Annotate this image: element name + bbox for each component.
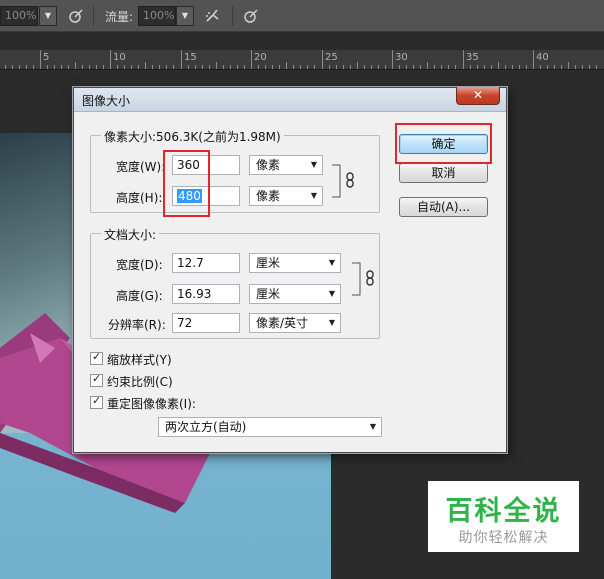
flow-dropdown-button[interactable]: ▼ — [176, 6, 194, 26]
doc-height-unit-select[interactable]: 厘米 ▼ — [249, 284, 341, 304]
resample-method-select[interactable]: 两次立方(自动) ▼ — [158, 417, 382, 437]
chevron-down-icon: ▼ — [310, 160, 317, 169]
pressure-opacity-icon[interactable] — [67, 7, 85, 25]
ruler-minor-ticks — [5, 62, 597, 69]
pixel-height-label: 高度(H): — [116, 191, 163, 205]
image-size-dialog: 图像大小 ✕ 像素大小:506.3K(之前为1.98M) 宽度(W): 360 … — [73, 87, 507, 453]
constrain-proportions-checkbox[interactable]: ✓ — [90, 372, 103, 387]
resample-image-label[interactable]: 重定图像像素(I): — [107, 395, 196, 412]
doc-width-unit-value: 厘米 — [256, 256, 281, 270]
cancel-button[interactable]: 取消 — [399, 163, 488, 183]
pixel-height-unit-select[interactable]: 像素 ▼ — [249, 186, 323, 206]
resample-method-value: 两次立方(自动) — [165, 420, 247, 434]
watermark-title: 百科全说 — [445, 496, 562, 527]
doc-height-unit-value: 厘米 — [256, 287, 281, 301]
document-size-legend: 文档大小: — [101, 226, 160, 243]
airbrush-icon[interactable] — [204, 7, 222, 25]
panel-gap — [0, 33, 604, 50]
flow-label: 流量: — [105, 10, 134, 24]
separator — [232, 6, 233, 26]
options-bar: 100% ▼ 流量: 100% ▼ — [0, 0, 604, 32]
close-button[interactable]: ✕ — [456, 87, 500, 105]
chevron-down-icon: ▼ — [310, 191, 317, 200]
flow-field[interactable]: 100% — [138, 6, 176, 26]
doc-width-input[interactable]: 12.7 — [172, 253, 240, 273]
doc-height-label: 高度(G): — [116, 289, 163, 303]
resolution-label: 分辨率(R): — [108, 318, 166, 332]
chevron-down-icon: ▼ — [328, 258, 335, 267]
pixel-dimensions-legend: 像素大小:506.3K(之前为1.98M) — [101, 128, 284, 145]
pixel-link-bracket — [332, 164, 341, 198]
doc-width-unit-select[interactable]: 厘米 ▼ — [249, 253, 341, 273]
checkmark-icon: ✓ — [92, 394, 102, 407]
pixel-width-input[interactable]: 360 — [172, 155, 240, 175]
doc-height-input[interactable]: 16.93 — [172, 284, 240, 304]
checkmark-icon: ✓ — [92, 350, 102, 363]
auto-button[interactable]: 自动(A)... — [399, 197, 488, 217]
resample-image-checkbox[interactable]: ✓ — [90, 394, 103, 409]
resolution-input[interactable]: 72 — [172, 313, 240, 333]
close-icon: ✕ — [472, 88, 484, 102]
pixel-width-unit-select[interactable]: 像素 ▼ — [249, 155, 323, 175]
opacity-field[interactable]: 100% — [0, 6, 38, 26]
ok-button[interactable]: 确定 — [399, 134, 488, 154]
pixel-height-input[interactable]: 480 — [172, 186, 240, 206]
chain-link-icon — [346, 172, 354, 188]
doc-width-label: 宽度(D): — [116, 258, 163, 272]
opacity-dropdown-button[interactable]: ▼ — [39, 6, 57, 26]
resolution-unit-value: 像素/英寸 — [256, 316, 309, 330]
chevron-down-icon: ▼ — [328, 318, 335, 327]
pixel-width-label: 宽度(W): — [116, 160, 166, 174]
dialog-title: 图像大小 — [82, 94, 131, 108]
constrain-proportions-label[interactable]: 约束比例(C) — [107, 373, 173, 390]
scale-styles-checkbox[interactable]: ✓ — [90, 350, 103, 365]
chain-link-icon — [366, 270, 374, 286]
chevron-down-icon: ▼ — [369, 422, 376, 431]
separator — [93, 6, 94, 26]
watermark-subtitle: 助你轻松解决 — [458, 530, 549, 546]
pixel-width-unit-value: 像素 — [256, 158, 281, 172]
scale-styles-label[interactable]: 缩放样式(Y) — [107, 351, 172, 368]
watermark-logo: 百科全说 助你轻松解决 — [428, 481, 579, 552]
pixel-height-unit-value: 像素 — [256, 189, 281, 203]
resolution-unit-select[interactable]: 像素/英寸 ▼ — [249, 313, 341, 333]
dialog-titlebar[interactable]: 图像大小 ✕ — [74, 87, 506, 112]
checkmark-icon: ✓ — [92, 372, 102, 385]
document-link-bracket — [352, 262, 361, 296]
horizontal-ruler[interactable]: 5 10 15 20 25 30 35 40 — [0, 50, 604, 70]
pixel-height-selected-text: 480 — [177, 189, 202, 203]
pressure-size-icon[interactable] — [242, 7, 260, 25]
chevron-down-icon: ▼ — [328, 289, 335, 298]
